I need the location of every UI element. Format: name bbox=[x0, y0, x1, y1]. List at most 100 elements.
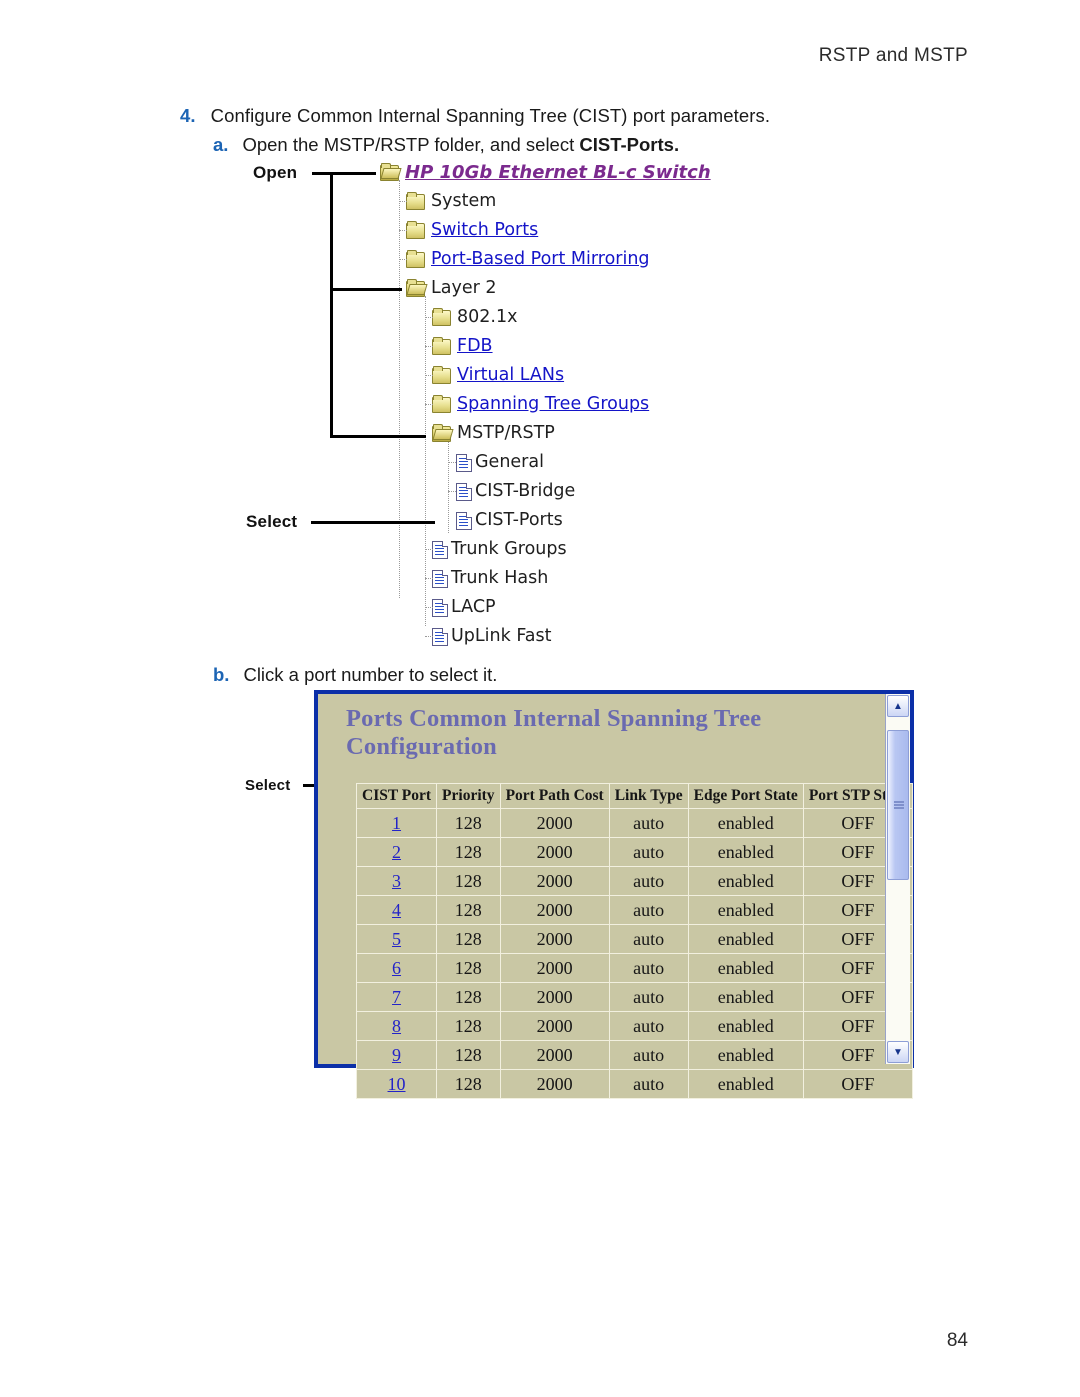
tree-node-label: General bbox=[475, 451, 544, 472]
cell-priority: 128 bbox=[436, 808, 501, 838]
callout-select-tree-line bbox=[311, 521, 435, 524]
tree-node-802-1x[interactable]: 802.1x bbox=[432, 303, 517, 332]
cell-priority: 128 bbox=[436, 953, 501, 983]
page-number: 84 bbox=[946, 1330, 968, 1351]
callout-select-table-label: Select bbox=[245, 777, 291, 794]
tree-node-label: Switch Ports bbox=[431, 219, 539, 240]
cell-edge-port-state: enabled bbox=[687, 953, 804, 983]
cell-port-path-cost: 2000 bbox=[499, 953, 610, 983]
table-row: 1 128 2000 auto enabled OFF bbox=[355, 808, 913, 838]
tree-node-hp-switch[interactable]: HP 10Gb Ethernet BL-c Switch bbox=[380, 158, 711, 187]
cell-link-type: auto bbox=[608, 895, 689, 925]
folder-icon bbox=[406, 249, 425, 268]
step-b-text: Click a port number to select it. bbox=[243, 664, 498, 685]
cell-port-path-cost: 2000 bbox=[499, 1040, 610, 1070]
cell-priority: 128 bbox=[436, 866, 501, 896]
scroll-up-arrow-icon[interactable]: ▲ bbox=[887, 695, 909, 717]
step-a-text-bold: CIST-Ports. bbox=[579, 134, 680, 155]
tree-node-lacp[interactable]: LACP bbox=[432, 593, 496, 622]
tree-node-cist-ports[interactable]: CIST-Ports bbox=[456, 506, 563, 535]
cell-port-path-cost: 2000 bbox=[499, 808, 610, 838]
cell-link-type: auto bbox=[608, 982, 689, 1012]
table-row: 7 128 2000 auto enabled OFF bbox=[355, 982, 913, 1012]
cell-port-path-cost: 2000 bbox=[499, 1011, 610, 1041]
folder-icon bbox=[432, 394, 451, 413]
port-link[interactable]: 1 bbox=[392, 813, 401, 833]
file-icon bbox=[432, 598, 448, 617]
tree-node-label: UpLink Fast bbox=[451, 625, 552, 646]
tree-stub bbox=[425, 578, 433, 579]
folder-icon bbox=[406, 191, 425, 210]
cell-link-type: auto bbox=[608, 1069, 689, 1099]
step-a: a. Open the MSTP/RSTP folder, and select… bbox=[213, 134, 679, 156]
tree-node-label: HP 10Gb Ethernet BL-c Switch bbox=[405, 161, 711, 183]
cell-cist-port: 9 bbox=[355, 1040, 438, 1070]
cell-edge-port-state: enabled bbox=[687, 982, 804, 1012]
tree-node-system[interactable]: System bbox=[406, 187, 496, 216]
cell-edge-port-state: enabled bbox=[687, 837, 804, 867]
port-link[interactable]: 2 bbox=[392, 842, 401, 862]
port-link[interactable]: 3 bbox=[392, 871, 401, 891]
callout-open-label: Open bbox=[253, 163, 298, 182]
tree-stub bbox=[425, 375, 433, 376]
tree-stub bbox=[448, 491, 456, 492]
port-link[interactable]: 8 bbox=[392, 1016, 401, 1036]
tree-node-switch-ports[interactable]: Switch Ports bbox=[406, 216, 538, 245]
tree-node-general[interactable]: General bbox=[456, 448, 544, 477]
table-header-row: CIST Port Priority Port Path Cost Link T… bbox=[355, 783, 913, 809]
table-row: 5 128 2000 auto enabled OFF bbox=[355, 924, 913, 954]
tree-node-mstp-rstp[interactable]: MSTP/RSTP bbox=[432, 419, 555, 448]
tree-node-label: Trunk Groups bbox=[451, 538, 567, 559]
cell-port-stp-state: OFF bbox=[802, 1069, 913, 1099]
cell-cist-port: 7 bbox=[355, 982, 438, 1012]
file-icon bbox=[456, 453, 472, 472]
tree-node-fdb[interactable]: FDB bbox=[432, 332, 493, 361]
port-link[interactable]: 9 bbox=[392, 1045, 401, 1065]
tree-node-spanning-tree-groups[interactable]: Spanning Tree Groups bbox=[432, 390, 649, 419]
column-header-port-path-cost: Port Path Cost bbox=[499, 783, 610, 809]
tree-node-cist-bridge[interactable]: CIST-Bridge bbox=[456, 477, 575, 506]
cell-edge-port-state: enabled bbox=[687, 924, 804, 954]
cell-cist-port: 5 bbox=[355, 924, 438, 954]
scroll-down-arrow-icon[interactable]: ▼ bbox=[887, 1041, 909, 1063]
cell-port-path-cost: 2000 bbox=[499, 982, 610, 1012]
navigation-tree-figure: HP 10Gb Ethernet BL-c Switch System Swit… bbox=[240, 158, 711, 658]
tree-node-label: 802.1x bbox=[457, 306, 518, 327]
file-icon bbox=[432, 569, 448, 588]
scrollbar-thumb[interactable] bbox=[887, 730, 909, 880]
tree-node-trunk-hash[interactable]: Trunk Hash bbox=[432, 564, 548, 593]
cell-edge-port-state: enabled bbox=[687, 866, 804, 896]
step-4-text: Configure Common Internal Spanning Tree … bbox=[210, 105, 771, 126]
file-icon bbox=[432, 540, 448, 559]
port-link[interactable]: 7 bbox=[392, 987, 401, 1007]
table-row: 3 128 2000 auto enabled OFF bbox=[355, 866, 913, 896]
port-link[interactable]: 5 bbox=[392, 929, 401, 949]
file-icon bbox=[456, 511, 472, 530]
column-header-priority: Priority bbox=[436, 783, 501, 809]
port-link[interactable]: 10 bbox=[388, 1074, 406, 1094]
step-b-marker: b. bbox=[213, 664, 230, 685]
callout-open-vertical-line bbox=[330, 172, 333, 438]
vertical-scrollbar[interactable]: ▲ ▼ bbox=[885, 694, 910, 1064]
tree-node-trunk-groups[interactable]: Trunk Groups bbox=[432, 535, 567, 564]
cell-link-type: auto bbox=[608, 1011, 689, 1041]
tree-node-port-based-port-mirroring[interactable]: Port-Based Port Mirroring bbox=[406, 245, 650, 274]
tree-node-label: Port-Based Port Mirroring bbox=[431, 248, 650, 269]
running-head: RSTP and MSTP bbox=[818, 45, 968, 66]
cell-cist-port: 8 bbox=[355, 1011, 438, 1041]
cell-edge-port-state: enabled bbox=[687, 808, 804, 838]
cell-cist-port: 3 bbox=[355, 866, 438, 896]
tree-node-uplink-fast[interactable]: UpLink Fast bbox=[432, 622, 551, 651]
table-row: 4 128 2000 auto enabled OFF bbox=[355, 895, 913, 925]
tree-node-label: CIST-Ports bbox=[475, 509, 563, 530]
step-a-text: Open the MSTP/RSTP folder, and select CI… bbox=[242, 134, 679, 156]
cell-link-type: auto bbox=[608, 866, 689, 896]
tree-node-layer-2[interactable]: Layer 2 bbox=[406, 274, 497, 303]
tree-node-virtual-lans[interactable]: Virtual LANs bbox=[432, 361, 564, 390]
callout-open-lead-line bbox=[312, 172, 376, 175]
callout-open-branch-layer2 bbox=[330, 288, 402, 291]
cell-priority: 128 bbox=[436, 1040, 501, 1070]
port-link[interactable]: 6 bbox=[392, 958, 401, 978]
port-link[interactable]: 4 bbox=[392, 900, 401, 920]
folder-icon bbox=[432, 365, 451, 384]
